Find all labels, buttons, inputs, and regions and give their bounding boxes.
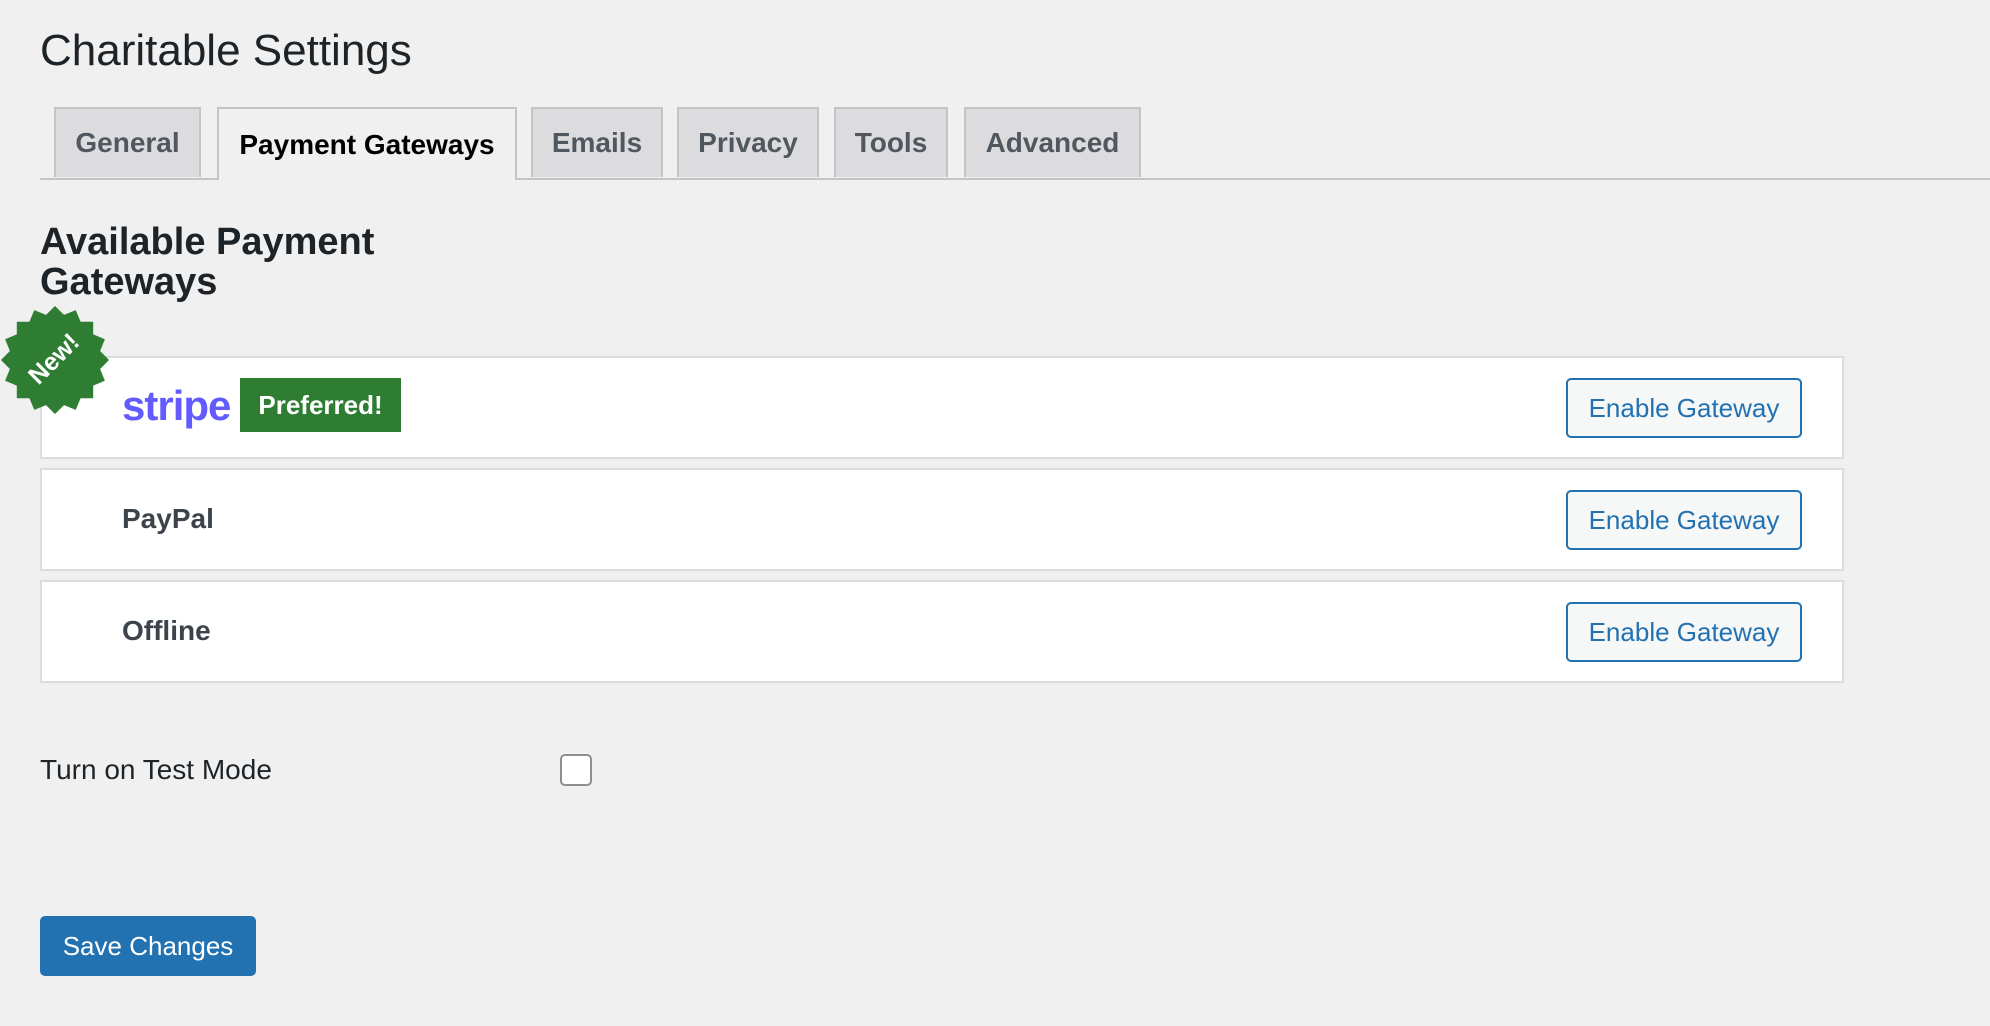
test-mode-checkbox[interactable] [560,754,592,786]
settings-tabs: General Payment Gateways Emails Privacy … [40,107,1990,180]
gateway-row-paypal: PayPal Enable Gateway [40,468,1844,571]
enable-gateway-button-paypal[interactable]: Enable Gateway [1566,490,1802,550]
gateway-row-stripe: stripe Preferred! Enable Gateway [40,356,1844,459]
preferred-badge: Preferred! [240,378,401,432]
enable-gateway-button-stripe[interactable]: Enable Gateway [1566,378,1802,438]
tab-emails[interactable]: Emails [531,107,663,177]
test-mode-label: Turn on Test Mode [40,754,272,785]
gateway-name-paypal: PayPal [122,503,214,534]
section-heading: Available Payment Gateways [40,221,375,303]
tab-general[interactable]: General [54,107,201,177]
new-badge-seal: New! [1,306,109,414]
save-changes-button[interactable]: Save Changes [40,916,256,976]
tab-advanced[interactable]: Advanced [964,107,1141,177]
page-title: Charitable Settings [40,26,412,75]
tab-tools[interactable]: Tools [834,107,948,177]
tab-payment-gateways[interactable]: Payment Gateways [217,107,517,180]
stripe-logo: stripe [122,382,231,429]
tab-privacy[interactable]: Privacy [677,107,819,177]
gateway-row-offline: Offline Enable Gateway [40,580,1844,683]
gateway-name-offline: Offline [122,615,211,646]
enable-gateway-button-offline[interactable]: Enable Gateway [1566,602,1802,662]
